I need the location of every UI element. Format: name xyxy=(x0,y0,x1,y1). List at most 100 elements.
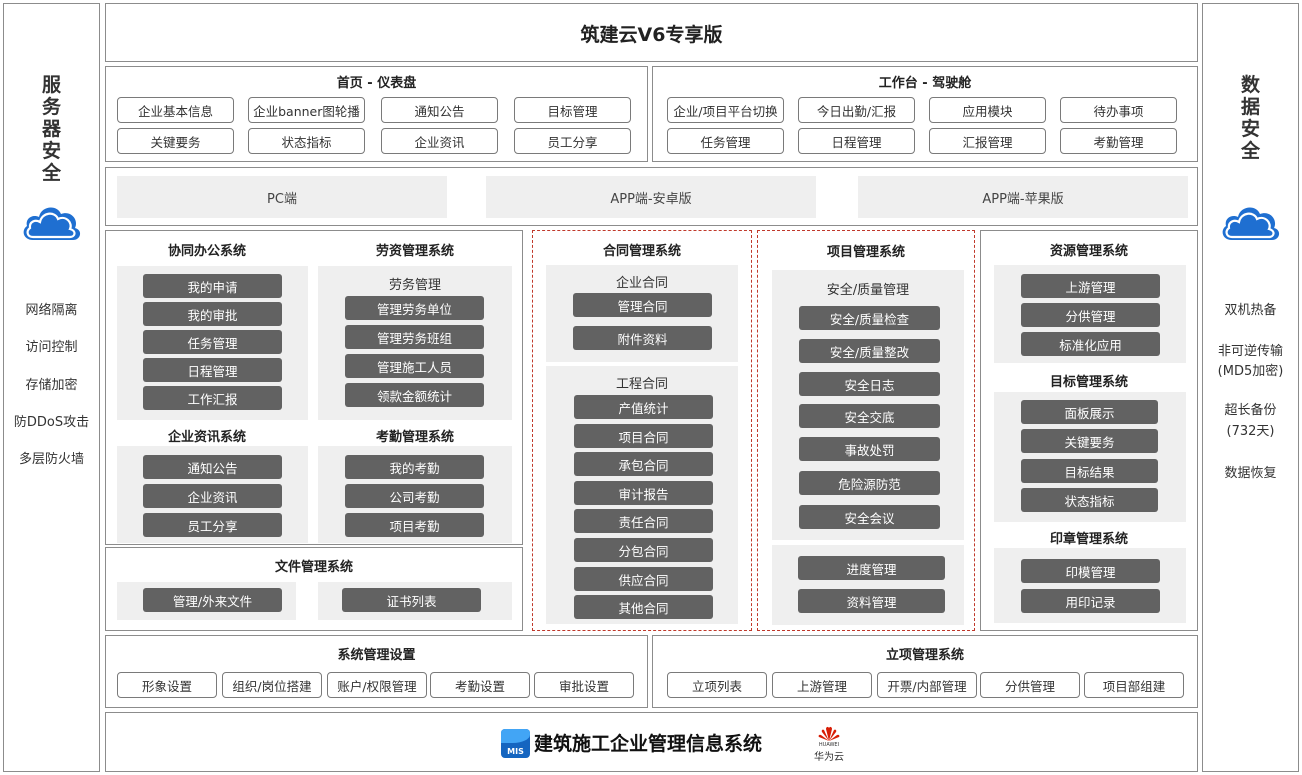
contract-item[interactable]: 其他合同 xyxy=(574,595,713,619)
dashboard-panel: 首页 - 仪表盘 企业基本信息 企业banner图轮播 通知公告 目标管理 关键… xyxy=(105,66,648,162)
resource-title: 资源管理系统 xyxy=(1049,244,1128,259)
labor-item[interactable]: 管理劳务单位 xyxy=(345,296,484,320)
workbench-button[interactable]: 汇报管理 xyxy=(929,128,1046,154)
attendance-item[interactable]: 我的考勤 xyxy=(345,455,484,479)
target-item[interactable]: 目标结果 xyxy=(1021,459,1158,483)
resource-item[interactable]: 分供管理 xyxy=(1021,303,1160,327)
news-item[interactable]: 员工分享 xyxy=(143,513,282,537)
huawei-brand-cn: 华为云 xyxy=(814,752,844,763)
approval-button[interactable]: 分供管理 xyxy=(980,672,1080,698)
labor-item[interactable]: 领款金额统计 xyxy=(345,383,484,407)
contract-item[interactable]: 产值统计 xyxy=(574,395,713,419)
seal-item[interactable]: 印模管理 xyxy=(1021,559,1160,583)
resource-item[interactable]: 标准化应用 xyxy=(1021,332,1160,356)
huawei-logo xyxy=(818,726,840,741)
settings-button[interactable]: 组织/岗位搭建 xyxy=(222,672,322,698)
target-item[interactable]: 状态指标 xyxy=(1021,488,1158,512)
workbench-button[interactable]: 考勤管理 xyxy=(1060,128,1177,154)
security-item: 多层防火墙 xyxy=(18,452,84,467)
security-item: 存储加密 xyxy=(25,378,78,393)
contract-panel: 合同管理系统 企业合同 管理合同 附件资料 工程合同 产值统计 项目合同 承包合… xyxy=(532,230,752,631)
workbench-button[interactable]: 企业/项目平台切换 xyxy=(667,97,784,123)
attendance-title: 考勤管理系统 xyxy=(375,430,454,445)
dashboard-button[interactable]: 关键要务 xyxy=(117,128,234,154)
contract-item[interactable]: 附件资料 xyxy=(573,326,712,350)
project-item[interactable]: 安全会议 xyxy=(799,505,940,529)
collab-item[interactable]: 工作汇报 xyxy=(143,386,282,410)
approval-button[interactable]: 开票/内部管理 xyxy=(877,672,977,698)
news-item[interactable]: 企业资讯 xyxy=(143,484,282,508)
project-item[interactable]: 资料管理 xyxy=(798,589,945,613)
contract-item[interactable]: 管理合同 xyxy=(573,293,712,317)
labor-item[interactable]: 管理劳务班组 xyxy=(345,325,484,349)
news-item[interactable]: 通知公告 xyxy=(143,455,282,479)
contract-item[interactable]: 承包合同 xyxy=(574,452,713,476)
server-security-title: 服务器安全 xyxy=(41,74,61,184)
cloud-icon xyxy=(1222,207,1280,240)
labor-title: 劳资管理系统 xyxy=(375,244,454,259)
workbench-button[interactable]: 任务管理 xyxy=(667,128,784,154)
files-item[interactable]: 管理/外来文件 xyxy=(143,588,282,612)
workbench-title: 工作台 - 驾驶舱 xyxy=(878,76,972,91)
approval-button[interactable]: 上游管理 xyxy=(772,672,872,698)
labor-item[interactable]: 管理施工人员 xyxy=(345,354,484,378)
seal-item[interactable]: 用印记录 xyxy=(1021,589,1160,613)
dashboard-button[interactable]: 企业资讯 xyxy=(381,128,498,154)
dashboard-button[interactable]: 员工分享 xyxy=(514,128,631,154)
dashboard-button[interactable]: 企业banner图轮播 xyxy=(248,97,365,123)
data-security-item: 非可逆传输 xyxy=(1217,344,1283,359)
platform-android[interactable]: APP端-安卓版 xyxy=(486,176,816,218)
workbench-panel: 工作台 - 驾驶舱 企业/项目平台切换 今日出勤/汇报 应用模块 待办事项 任务… xyxy=(652,66,1198,162)
target-title: 目标管理系统 xyxy=(1049,375,1128,390)
target-item[interactable]: 面板展示 xyxy=(1021,400,1158,424)
contract-item[interactable]: 审计报告 xyxy=(574,481,713,505)
approval-button[interactable]: 立项列表 xyxy=(667,672,767,698)
collab-item[interactable]: 我的申请 xyxy=(143,274,282,298)
attendance-item[interactable]: 项目考勤 xyxy=(345,513,484,537)
workbench-button[interactable]: 日程管理 xyxy=(798,128,915,154)
settings-button[interactable]: 考勤设置 xyxy=(430,672,530,698)
project-item[interactable]: 安全日志 xyxy=(799,372,940,396)
workbench-button[interactable]: 应用模块 xyxy=(929,97,1046,123)
seal-title: 印章管理系统 xyxy=(1049,532,1128,547)
resource-item[interactable]: 上游管理 xyxy=(1021,274,1160,298)
collab-item[interactable]: 任务管理 xyxy=(143,330,282,354)
platform-pc[interactable]: PC端 xyxy=(117,176,447,218)
dashboard-button[interactable]: 企业基本信息 xyxy=(117,97,234,123)
dashboard-button[interactable]: 状态指标 xyxy=(248,128,365,154)
workbench-button[interactable]: 今日出勤/汇报 xyxy=(798,97,915,123)
security-item: 访问控制 xyxy=(25,340,78,355)
approval-title: 立项管理系统 xyxy=(885,648,964,663)
settings-button[interactable]: 审批设置 xyxy=(534,672,634,698)
target-item[interactable]: 关键要务 xyxy=(1021,429,1158,453)
collab-item[interactable]: 日程管理 xyxy=(143,358,282,382)
footer-panel: MIS 建筑施工企业管理信息系统 HUAWEI 华为云 xyxy=(105,712,1198,772)
project-item[interactable]: 危险源防范 xyxy=(799,471,940,495)
dashboard-button[interactable]: 通知公告 xyxy=(381,97,498,123)
project-item[interactable]: 事故处罚 xyxy=(799,437,940,461)
contract-item[interactable]: 分包合同 xyxy=(574,538,713,562)
workbench-button[interactable]: 待办事项 xyxy=(1060,97,1177,123)
files-title: 文件管理系统 xyxy=(274,560,353,575)
contract-item[interactable]: 项目合同 xyxy=(574,424,713,448)
project-item[interactable]: 进度管理 xyxy=(798,556,945,580)
attendance-item[interactable]: 公司考勤 xyxy=(345,484,484,508)
project-item[interactable]: 安全交底 xyxy=(799,404,940,428)
files-panel: 文件管理系统 管理/外来文件 证书列表 xyxy=(105,547,523,631)
settings-button[interactable]: 账户/权限管理 xyxy=(327,672,427,698)
collab-item[interactable]: 我的审批 xyxy=(143,302,282,326)
project-item[interactable]: 安全/质量整改 xyxy=(799,339,940,363)
files-item[interactable]: 证书列表 xyxy=(342,588,481,612)
contract-item[interactable]: 供应合同 xyxy=(574,567,713,591)
contract-item[interactable]: 责任合同 xyxy=(574,509,713,533)
approval-button[interactable]: 项目部组建 xyxy=(1084,672,1184,698)
security-item: 网络隔离 xyxy=(25,303,78,318)
project-item[interactable]: 安全/质量检查 xyxy=(799,306,940,330)
platform-ios[interactable]: APP端-苹果版 xyxy=(858,176,1188,218)
settings-button[interactable]: 形象设置 xyxy=(117,672,217,698)
contract-group-enterprise-title: 企业合同 xyxy=(615,276,668,291)
security-item: 防DDoS攻击 xyxy=(13,415,90,430)
dashboard-button[interactable]: 目标管理 xyxy=(514,97,631,123)
header-panel: 筑建云V6专享版 xyxy=(105,3,1198,62)
contract-title: 合同管理系统 xyxy=(602,244,681,259)
